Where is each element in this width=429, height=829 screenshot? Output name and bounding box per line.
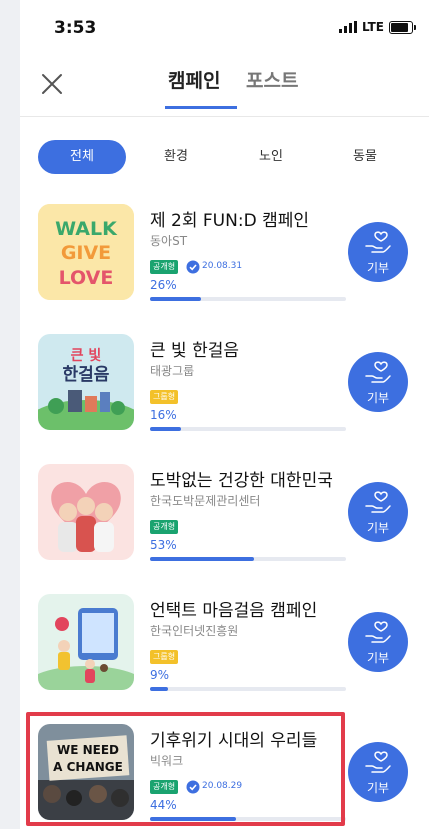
verified-check-icon (186, 260, 200, 274)
campaign-date: 20.08.29 (202, 781, 243, 791)
campaign-organizer: 한국인터넷진흥원 (150, 624, 239, 638)
thumb-text: WALK (55, 218, 118, 240)
donate-heart-hand-icon (365, 621, 391, 643)
campaign-thumbnail (38, 594, 134, 690)
tab-campaign[interactable]: 캠페인 (168, 66, 220, 93)
campaign-organizer: 빅워크 (150, 754, 184, 768)
campaign-type-badge: 그룹형 (150, 390, 179, 404)
progress-percent: 9% (150, 668, 170, 682)
progress-bar (150, 687, 346, 691)
close-button[interactable] (34, 66, 70, 102)
campaign-type-badge: 공개형 (150, 520, 179, 534)
progress-fill (150, 557, 254, 561)
signal-icon (338, 21, 357, 33)
progress-percent: 26% (150, 278, 177, 292)
thumb-text: LOVE (59, 267, 114, 289)
status-icons: LTE (338, 20, 416, 34)
progress-bar (150, 557, 346, 561)
campaign-title: 기후위기 시대의 우리들 (150, 731, 318, 751)
thumb-text: WE NEED (57, 743, 119, 757)
campaign-item[interactable]: 큰 빛 한걸음 큰 빛 한걸음 태광그룹 그룹형 16% 기부 (20, 334, 429, 454)
progress-fill (150, 427, 182, 431)
donate-button[interactable]: 기부 (348, 352, 408, 412)
donate-heart-hand-icon (365, 751, 391, 773)
campaign-organizer: 동아ST (150, 234, 188, 248)
donate-label: 기부 (366, 391, 390, 405)
progress-fill (150, 687, 168, 691)
donate-heart-hand-icon (365, 231, 391, 253)
thumb-text: A CHANGE (53, 760, 123, 774)
campaign-item[interactable]: 도박없는 건강한 대한민국 한국도박문제관리센터 공개형 53% 기부 (20, 464, 429, 584)
thumb-text: 큰 빛 (71, 348, 102, 364)
filter-environment[interactable]: 환경 (153, 140, 199, 174)
campaign-organizer: 한국도박문제관리센터 (150, 494, 261, 508)
app-screen: 3:53 LTE 캠페인 포스트 전체 환경 노인 동물 WALK GIVE L… (20, 0, 429, 829)
campaign-item[interactable]: 언택트 마음걸음 캠페인 한국인터넷진흥원 그룹형 9% 기부 (20, 594, 429, 714)
campaign-thumbnail: WE NEED A CHANGE (38, 724, 134, 820)
filter-elderly[interactable]: 노인 (249, 140, 293, 174)
category-filter: 전체 환경 노인 동물 (20, 138, 429, 178)
verified-check-icon (186, 780, 200, 794)
campaign-date: 20.08.31 (202, 261, 243, 271)
progress-percent: 53% (150, 538, 177, 552)
close-icon (42, 74, 62, 94)
progress-percent: 16% (150, 408, 177, 422)
campaign-type-badge: 그룹형 (150, 650, 179, 664)
progress-bar (150, 427, 346, 431)
donate-button[interactable]: 기부 (348, 742, 408, 802)
progress-bar (150, 817, 346, 821)
donate-heart-hand-icon (365, 361, 391, 383)
campaign-type-badge: 공개형 (150, 780, 179, 794)
tab-post[interactable]: 포스트 (246, 66, 298, 93)
campaign-thumbnail: 큰 빛 한걸음 (38, 334, 134, 430)
progress-fill (150, 297, 201, 301)
thumb-text: 한걸음 (63, 365, 110, 385)
network-type: LTE (361, 20, 384, 34)
app-header: 캠페인 포스트 (20, 60, 429, 117)
campaign-title: 도박없는 건강한 대한민국 (150, 471, 333, 491)
donate-label: 기부 (366, 651, 390, 665)
donate-label: 기부 (366, 781, 390, 795)
active-tab-indicator (165, 106, 237, 109)
campaign-organizer: 태광그룹 (150, 364, 195, 378)
donate-button[interactable]: 기부 (348, 482, 408, 542)
battery-icon (389, 20, 416, 34)
donate-label: 기부 (366, 261, 390, 275)
campaign-item[interactable]: WE NEED A CHANGE 기후위기 시대의 우리들 빅워크 공개형 20… (20, 724, 429, 829)
progress-bar (150, 297, 346, 301)
campaign-title: 언택트 마음걸음 캠페인 (150, 601, 318, 621)
donate-button[interactable]: 기부 (348, 222, 408, 282)
filter-animals[interactable]: 동물 (342, 140, 388, 174)
donate-button[interactable]: 기부 (348, 612, 408, 672)
donate-heart-hand-icon (365, 491, 391, 513)
donate-label: 기부 (366, 521, 390, 535)
status-bar: 3:53 LTE (20, 0, 429, 60)
campaign-thumbnail: WALK GIVE LOVE (38, 204, 134, 300)
campaign-thumbnail (38, 464, 134, 560)
campaign-title: 제 2회 FUN:D 캠페인 (150, 211, 309, 231)
status-time: 3:53 (54, 18, 97, 38)
campaign-type-badge: 공개형 (150, 260, 179, 274)
thumb-text: GIVE (61, 242, 111, 264)
progress-fill (150, 817, 237, 821)
campaign-title: 큰 빛 한걸음 (150, 341, 240, 361)
filter-all[interactable]: 전체 (38, 140, 126, 174)
campaign-item[interactable]: WALK GIVE LOVE 제 2회 FUN:D 캠페인 동아ST 공개형 2… (20, 204, 429, 324)
progress-percent: 44% (150, 798, 177, 812)
